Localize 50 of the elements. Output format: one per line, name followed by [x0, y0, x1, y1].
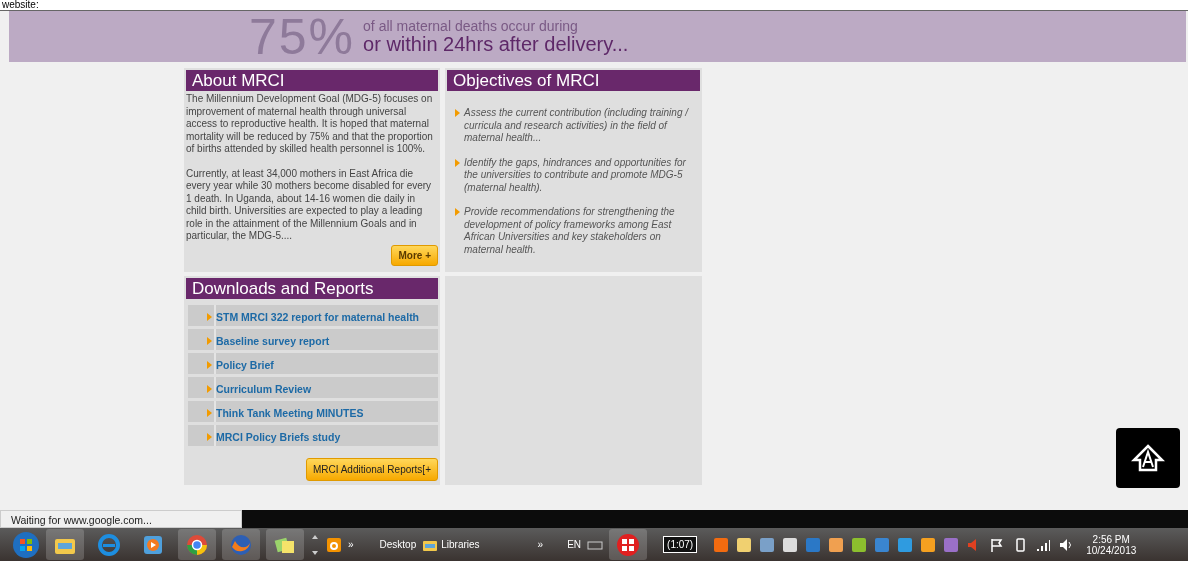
report-link[interactable]: Policy Brief [188, 353, 438, 374]
panel-title: About MRCI [186, 70, 438, 91]
more-button[interactable]: More + [391, 244, 438, 266]
chevron-icon [207, 385, 212, 393]
status-text: Waiting for www.google.com... [0, 510, 242, 528]
chevron-icon [207, 409, 212, 417]
report-link[interactable]: STM MRCI 322 report for maternal health [188, 305, 438, 326]
chevron-icon [455, 208, 460, 216]
banner-text: of all maternal deaths occur during [363, 18, 579, 33]
clock-date: 10/24/2013 [1086, 544, 1137, 556]
objective-text: Identify the gaps, hindrances and opportunities for the universities to contribute and promote MDG-5 (maternal health). [464, 156, 687, 194]
clock-time: 2:56 PM [1092, 533, 1130, 545]
mail-icon[interactable] [736, 536, 753, 553]
tray-icon[interactable] [828, 536, 845, 553]
objective-text: Assess the current contribution (including training / curricula and research activities) in the field of maternal health... [464, 107, 690, 145]
battery-indicator[interactable]: (1:07) [663, 536, 698, 553]
tray-icon[interactable] [759, 536, 776, 553]
chevron-icon [455, 109, 460, 117]
additional-reports-button[interactable]: MRCI Additional Reports[+ [305, 458, 438, 481]
report-link[interactable]: MRCI Policy Briefs study [188, 425, 438, 446]
chevron-icon [207, 313, 212, 321]
b-toolbar-icon[interactable] [326, 536, 342, 553]
about-paragraph: Currently, at least 34,000 mothers in East Africa die every year while 30 mothers become disabled for every 1 death. In Uganda, about 14-16 women die daily in child birth. Universities are expected to play a leading role in the attainment of the Millennium Goals and in particular, the MDG-5.... [186, 167, 433, 243]
report-link[interactable]: Baseline survey report [188, 329, 438, 350]
floating-button[interactable] [1116, 428, 1180, 488]
objective-text: Provide recommendations for strengthening the development of policy frameworks among East African Universities and key stakeholders on maternal health. [464, 206, 676, 256]
tray-icon[interactable] [851, 536, 868, 553]
chevron-icon [455, 158, 460, 167]
toolbar-chevron[interactable]: » [348, 539, 354, 550]
tray-icon[interactable] [713, 536, 730, 553]
tray-icon[interactable] [897, 536, 914, 553]
chevron-icon [207, 337, 212, 345]
tray-icon[interactable] [782, 536, 799, 553]
panel-title: Downloads and Reports [186, 278, 438, 299]
toolbar-chevron[interactable]: » [537, 539, 544, 550]
language-indicator[interactable]: EN [567, 539, 582, 550]
libraries-toolbar[interactable]: Libraries [441, 539, 480, 550]
chevron-icon [207, 361, 212, 369]
page-text: website: [1, 0, 39, 10]
report-link[interactable]: Think Tank Meeting MINUTES [188, 401, 438, 422]
clock[interactable]: 2:56 PM 10/24/2013 [1086, 533, 1137, 556]
house-letter-icon[interactable] [1131, 443, 1165, 473]
panel-title: Objectives of MRCI [447, 70, 700, 91]
about-paragraph: The Millennium Development Goal (MDG-5) focuses on improvement of maternal health through universal access to reproductive health. It is hoped that maternal mortality will be reduced by 75% and that the proportion of births attended by skilled health personnel is 100%. [186, 93, 434, 156]
tray-icon[interactable] [920, 536, 937, 553]
desktop-toolbar[interactable]: Desktop [379, 539, 417, 550]
start-button[interactable] [12, 530, 40, 559]
grid-circle-icon[interactable] [616, 532, 641, 557]
chevron-icon [207, 433, 212, 441]
report-link[interactable]: Curriculum Review [188, 377, 438, 398]
